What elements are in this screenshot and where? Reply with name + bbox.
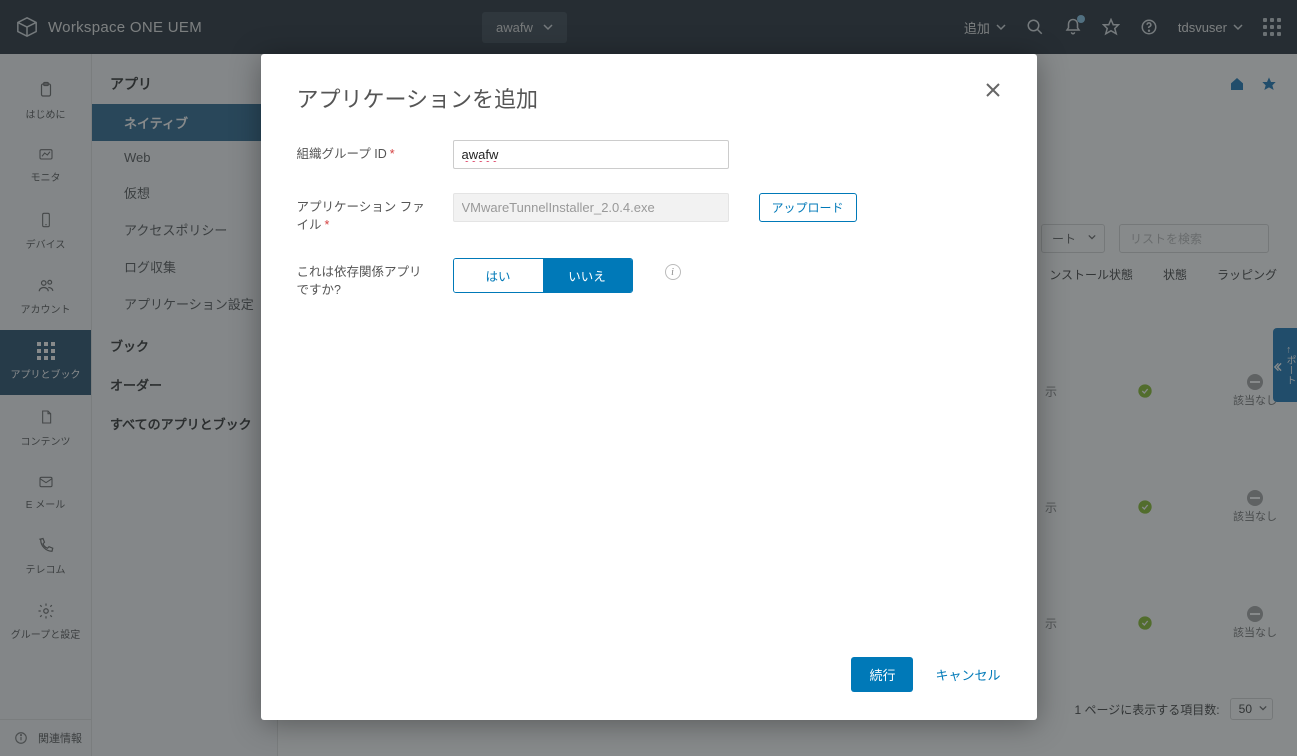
dependency-yes-button[interactable]: はい	[454, 259, 543, 292]
upload-button[interactable]: アップロード	[759, 193, 857, 222]
close-button[interactable]	[985, 82, 1001, 98]
form-row-dependency: これは依存関係アプリですか? はい いいえ i	[297, 258, 1001, 299]
add-application-modal: アプリケーションを追加 組織グループ ID* アプリケーション ファイル* アッ…	[261, 54, 1037, 720]
continue-button[interactable]: 続行	[851, 657, 913, 692]
label-text: アプリケーション ファイル	[297, 200, 425, 232]
modal-title: アプリケーションを追加	[297, 82, 539, 114]
modal-footer: 続行 キャンセル	[261, 639, 1037, 720]
dependency-toggle: はい いいえ	[453, 258, 633, 293]
required-icon: *	[325, 218, 330, 232]
org-id-input[interactable]	[453, 140, 729, 169]
app-file-label: アプリケーション ファイル*	[297, 193, 431, 234]
cancel-button[interactable]: キャンセル	[935, 665, 1000, 684]
modal-header: アプリケーションを追加	[261, 54, 1037, 120]
required-icon: *	[390, 147, 395, 161]
form-row-app-file: アプリケーション ファイル* アップロード	[297, 193, 1001, 234]
dependency-label: これは依存関係アプリですか?	[297, 258, 431, 299]
modal-body: 組織グループ ID* アプリケーション ファイル* アップロード これは依存関係…	[261, 120, 1037, 343]
label-text: 組織グループ ID	[297, 147, 387, 161]
close-icon	[985, 82, 1001, 98]
org-id-label: 組織グループ ID*	[297, 140, 431, 164]
app-file-input	[453, 193, 729, 222]
form-row-org-id: 組織グループ ID*	[297, 140, 1001, 169]
dependency-no-button[interactable]: いいえ	[543, 259, 632, 292]
info-icon[interactable]: i	[665, 264, 681, 280]
